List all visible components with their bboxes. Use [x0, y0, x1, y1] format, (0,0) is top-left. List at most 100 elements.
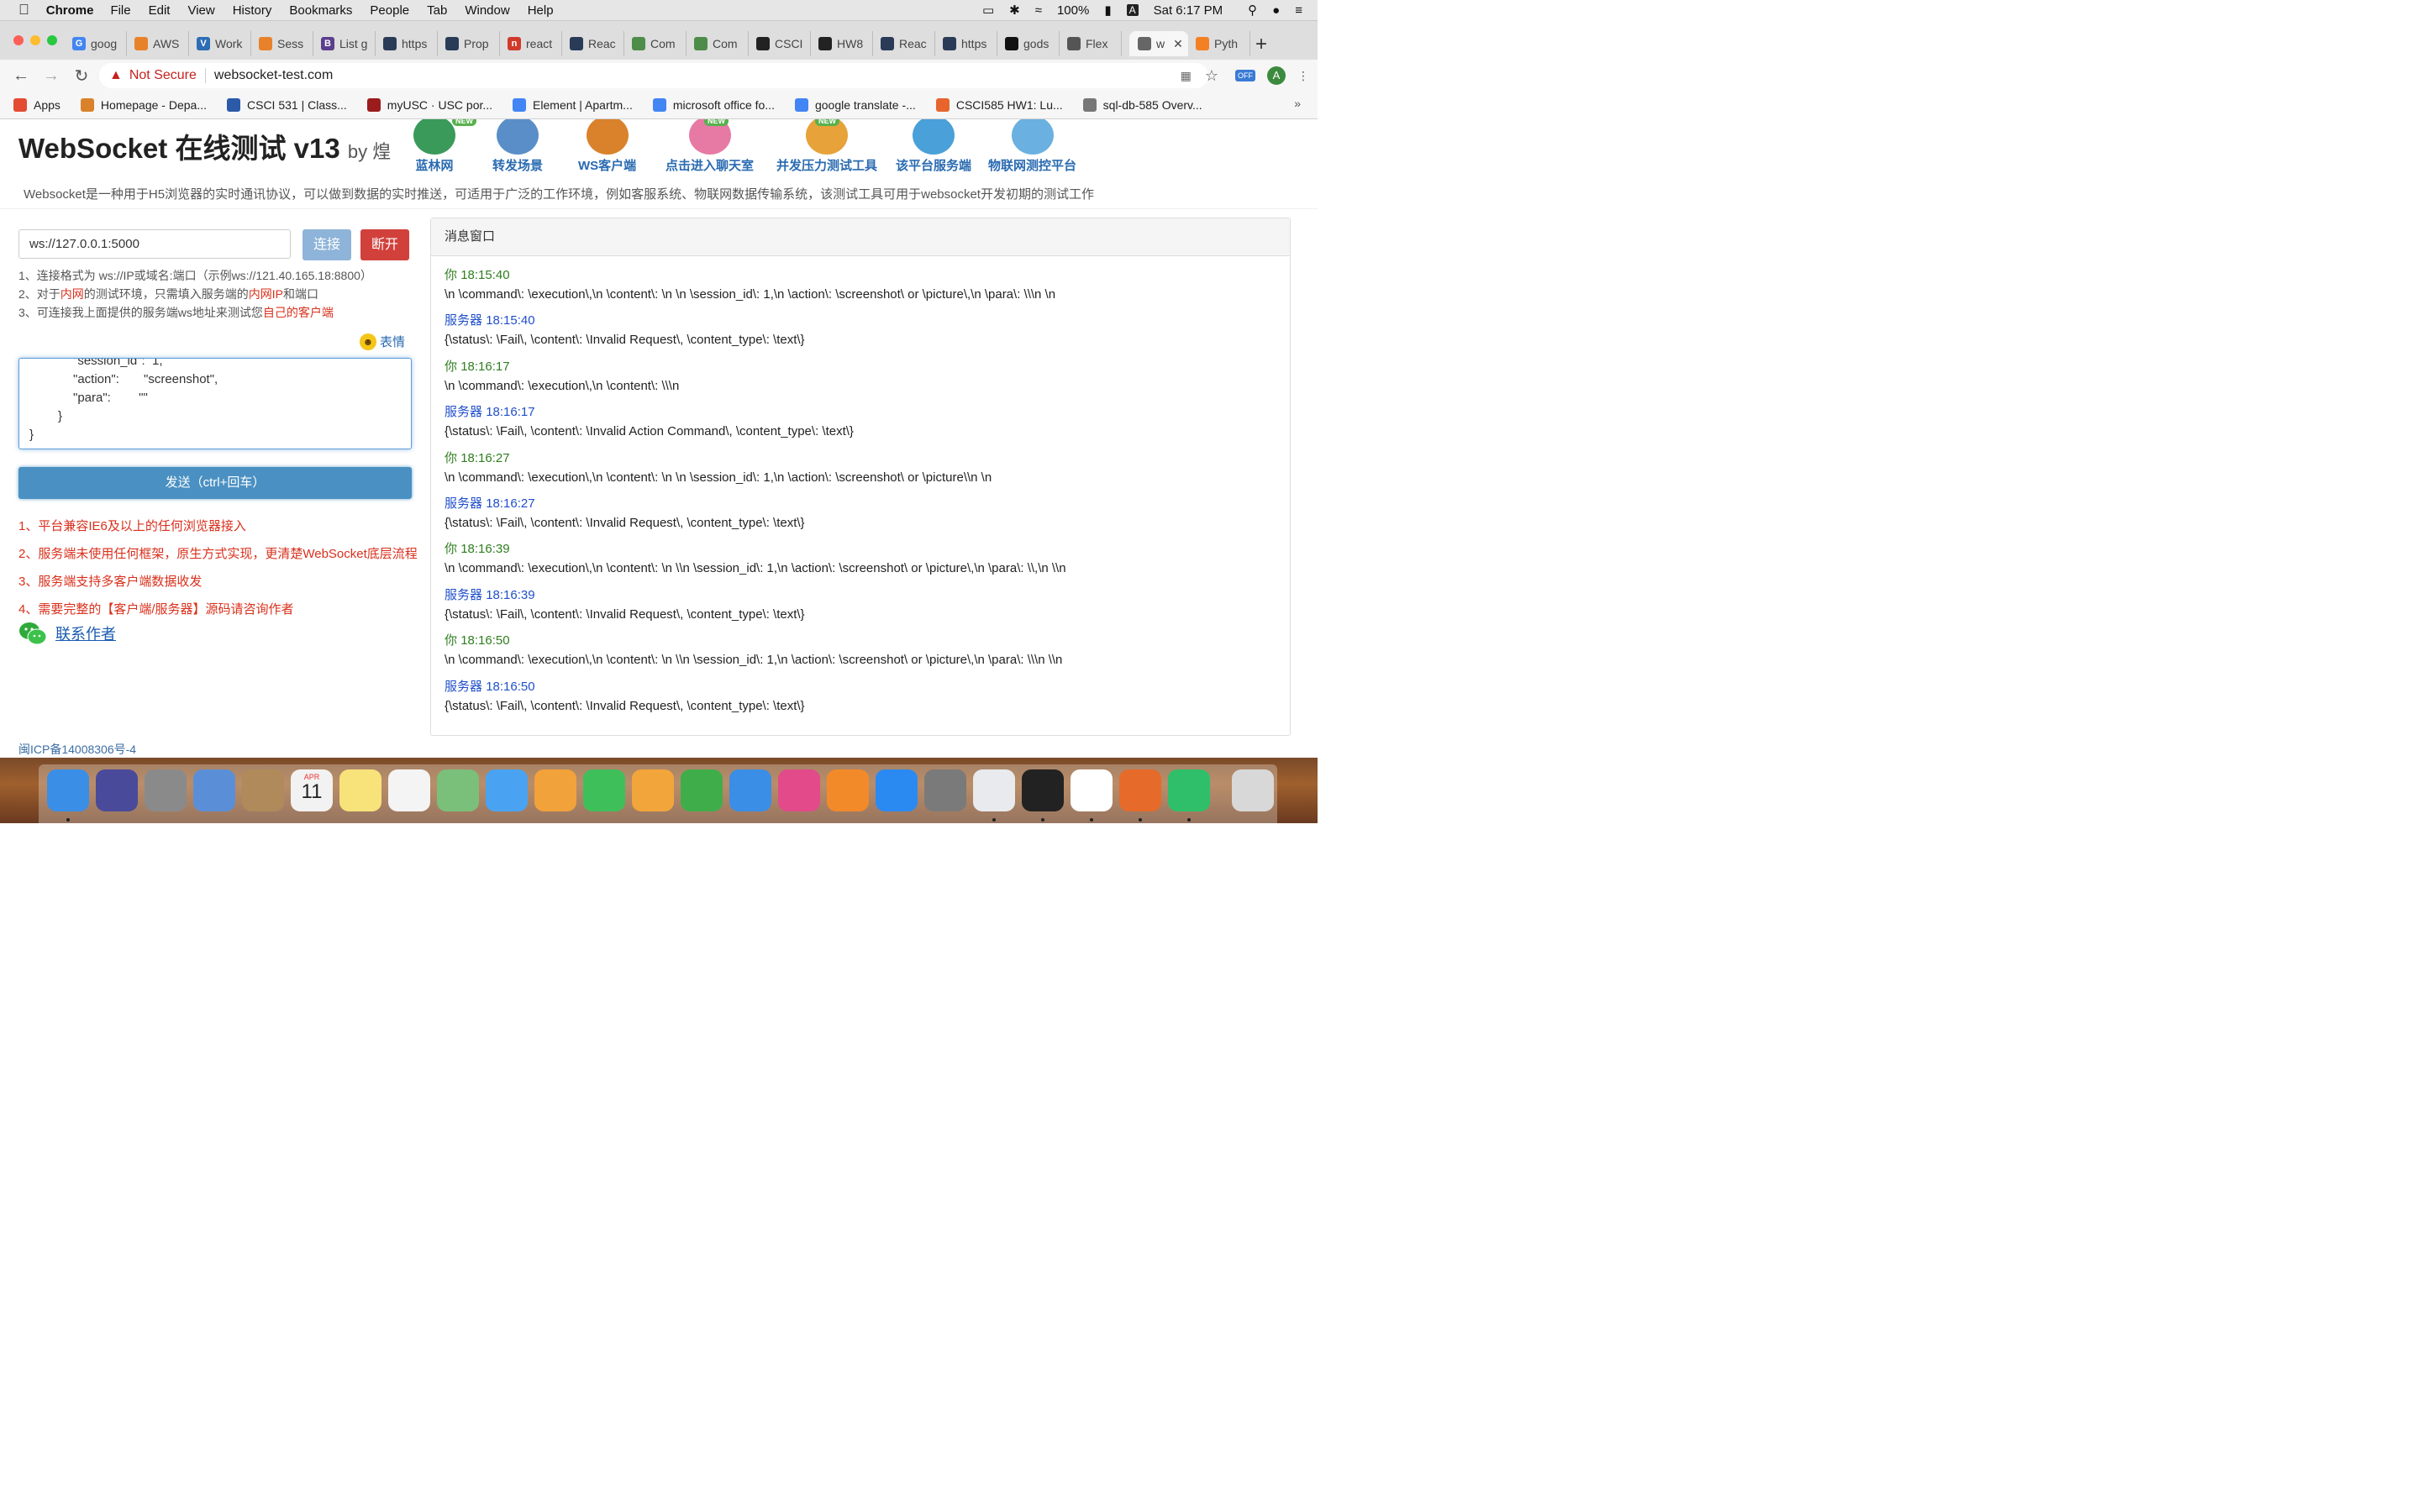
airplay-icon[interactable]: ▭: [982, 3, 994, 18]
facetime-icon[interactable]: [583, 769, 625, 811]
bookmark-item[interactable]: google translate -...: [794, 98, 916, 112]
browser-tab[interactable]: w ✕: [1129, 31, 1188, 56]
icp-record-link[interactable]: 闽ICP备14008306号-4: [18, 741, 136, 758]
bookmarks-overflow-icon[interactable]: »: [1294, 97, 1301, 110]
siri-icon[interactable]: [96, 769, 138, 811]
bookmark-item[interactable]: CSCI585 HW1: Lu...: [935, 98, 1063, 112]
disconnect-button[interactable]: 断开: [360, 229, 409, 260]
browser-tab[interactable]: Pyth: [1196, 31, 1250, 56]
trash-icon[interactable]: [1232, 769, 1274, 811]
notification-center-icon[interactable]: ≡: [1295, 3, 1302, 18]
omnibox[interactable]: ▲ Not Secure websocket-test.com: [99, 63, 1208, 88]
translate-icon[interactable]: ▦: [1181, 69, 1192, 83]
bookmark-item[interactable]: Homepage - Depa...: [80, 98, 207, 112]
maps-icon[interactable]: [437, 769, 479, 811]
browser-tab[interactable]: Prop: [445, 31, 500, 56]
spotlight-icon[interactable]: ⚲: [1248, 3, 1257, 18]
forward-button[interactable]: →: [42, 66, 60, 86]
bookmark-item[interactable]: sql-db-585 Overv...: [1082, 98, 1202, 112]
menu-file[interactable]: File: [110, 3, 130, 18]
finder-icon[interactable]: [47, 769, 89, 811]
browser-tab[interactable]: Com: [632, 31, 687, 56]
menu-history[interactable]: History: [233, 3, 272, 18]
mail-icon[interactable]: [193, 769, 235, 811]
ws-url-input[interactable]: ws://127.0.0.1:5000: [18, 229, 291, 259]
launchpad-icon[interactable]: [145, 769, 187, 811]
firefox-icon[interactable]: [1119, 769, 1161, 811]
bookmark-item[interactable]: myUSC · USC por...: [366, 98, 492, 112]
bookmark-item[interactable]: Apps: [13, 98, 60, 112]
browser-tab[interactable]: HW8: [818, 31, 873, 56]
site-nav-item[interactable]: WS客户端: [578, 119, 636, 174]
browser-tab[interactable]: Com: [694, 31, 749, 56]
numbers-icon[interactable]: [681, 769, 723, 811]
system-preferences-icon[interactable]: [924, 769, 966, 811]
emoji-button[interactable]: ☻ 表情: [360, 333, 405, 350]
menu-people[interactable]: People: [370, 3, 409, 18]
browser-tab[interactable]: n react: [508, 31, 562, 56]
browser-tab[interactable]: Reac: [881, 31, 935, 56]
warning-icon[interactable]: ▲: [109, 68, 123, 83]
profile-avatar[interactable]: A: [1267, 66, 1286, 85]
siri-menu-icon[interactable]: ●: [1272, 3, 1280, 18]
site-nav-item[interactable]: 该平台服务端: [896, 119, 971, 174]
url-text[interactable]: websocket-test.com: [214, 68, 333, 83]
site-nav-item[interactable]: NEW 点击进入聊天室: [666, 119, 754, 174]
chrome-icon[interactable]: [973, 769, 1015, 811]
close-tab-icon[interactable]: ✕: [1173, 37, 1183, 51]
browser-tab[interactable]: Ggoog: [72, 31, 127, 56]
terminal-icon[interactable]: [1022, 769, 1064, 811]
apple-menu-icon[interactable]: : [18, 2, 29, 18]
site-nav-item[interactable]: NEW 并发压力测试工具: [776, 119, 877, 174]
keynote-icon[interactable]: [729, 769, 771, 811]
browser-tab[interactable]: Flex: [1067, 31, 1122, 56]
browser-tab[interactable]: https: [383, 31, 438, 56]
message-editor[interactable]: "session_id": 1, "action": "screenshot",…: [18, 358, 412, 449]
books-icon[interactable]: [827, 769, 869, 811]
wifi-icon[interactable]: ≈: [1035, 3, 1042, 18]
input-source-icon[interactable]: A: [1126, 4, 1139, 16]
reminders-icon[interactable]: [388, 769, 430, 811]
reload-button[interactable]: ↻: [72, 66, 91, 87]
bookmark-item[interactable]: CSCI 531 | Class...: [227, 98, 347, 112]
menu-window[interactable]: Window: [465, 3, 509, 18]
itunes-icon[interactable]: [778, 769, 820, 811]
menu-edit[interactable]: Edit: [149, 3, 171, 18]
clock[interactable]: Sat 6:17 PM: [1154, 3, 1223, 18]
notion-icon[interactable]: [1071, 769, 1113, 811]
bookmark-item[interactable]: microsoft office fo...: [652, 98, 775, 112]
browser-tab[interactable]: AWS: [134, 31, 189, 56]
minimize-window-button[interactable]: [30, 35, 40, 45]
browser-tab[interactable]: https: [943, 31, 997, 56]
browser-tab[interactable]: Sess: [259, 31, 313, 56]
menu-view[interactable]: View: [187, 3, 214, 18]
contact-author-link[interactable]: 联系作者: [55, 622, 116, 644]
browser-tab[interactable]: gods: [1005, 31, 1060, 56]
pycharm-icon[interactable]: [1168, 769, 1210, 811]
menu-help[interactable]: Help: [528, 3, 554, 18]
send-button[interactable]: 发送（ctrl+回车）: [18, 467, 412, 499]
connect-button[interactable]: 连接: [302, 229, 351, 260]
back-button[interactable]: ←: [12, 66, 30, 86]
bookmark-star-icon[interactable]: ☆: [1205, 67, 1218, 85]
site-nav-item[interactable]: 转发场景: [492, 119, 543, 174]
chrome-menu-icon[interactable]: ⋮: [1297, 69, 1309, 83]
bluetooth-icon[interactable]: ✱: [1009, 3, 1020, 18]
site-nav-item[interactable]: 物联网测控平台: [988, 119, 1076, 174]
zoom-window-button[interactable]: [47, 35, 57, 45]
pages-icon[interactable]: [632, 769, 674, 811]
browser-tab[interactable]: V Work: [197, 31, 251, 56]
calendar-icon[interactable]: APR 11: [291, 769, 333, 811]
menu-bookmarks[interactable]: Bookmarks: [289, 3, 352, 18]
extension-icon[interactable]: OFF: [1235, 70, 1255, 81]
tip-3-link[interactable]: 自己的客户端: [263, 306, 334, 319]
browser-tab[interactable]: B List g: [321, 31, 376, 56]
menu-tab[interactable]: Tab: [427, 3, 447, 18]
notes-icon[interactable]: [339, 769, 381, 811]
browser-tab[interactable]: Reac: [570, 31, 624, 56]
app-store-icon[interactable]: [876, 769, 918, 811]
contacts-icon[interactable]: [242, 769, 284, 811]
bookmark-item[interactable]: Element | Apartm...: [513, 98, 633, 112]
close-window-button[interactable]: [13, 35, 24, 45]
photos-icon[interactable]: [534, 769, 576, 811]
